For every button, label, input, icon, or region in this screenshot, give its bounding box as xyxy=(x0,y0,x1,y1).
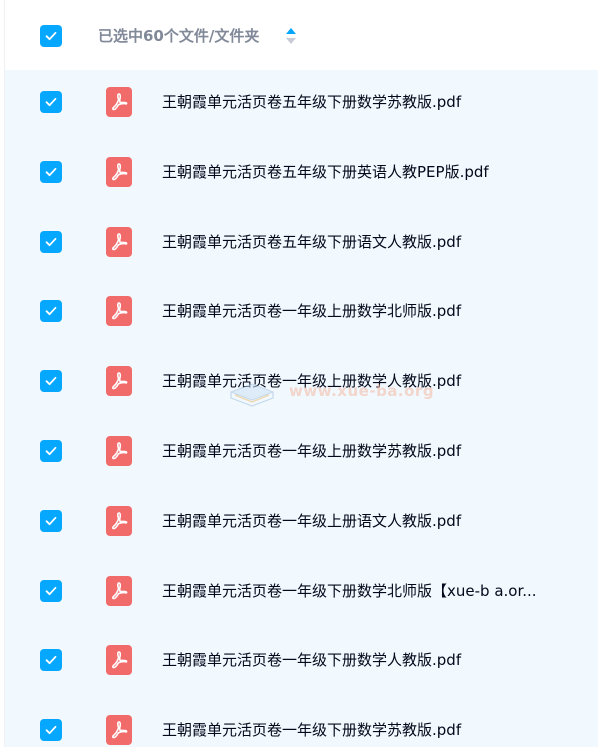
file-name[interactable]: 王朝霞单元活页卷五年级下册英语人教PEP版.pdf xyxy=(162,160,582,184)
file-list-panel: 已选中60个文件/文件夹 王朝霞单元活页卷五年级下册数学苏教版.pdf 王朝霞单元… xyxy=(4,0,598,747)
check-icon xyxy=(45,516,57,525)
pdf-icon xyxy=(106,575,132,606)
file-row[interactable]: 王朝霞单元活页卷一年级下册数学北师版【xue-b a.or... xyxy=(5,559,598,629)
sort-icon[interactable] xyxy=(285,26,297,46)
check-icon xyxy=(45,726,57,735)
file-row[interactable]: 王朝霞单元活页卷一年级上册数学人教版.pdf xyxy=(5,349,598,419)
check-icon xyxy=(45,656,57,665)
file-row[interactable]: 王朝霞单元活页卷五年级下册英语人教PEP版.pdf xyxy=(5,140,598,210)
list-header: 已选中60个文件/文件夹 xyxy=(5,0,598,70)
check-icon xyxy=(45,167,57,176)
check-icon xyxy=(45,237,57,246)
file-name[interactable]: 王朝霞单元活页卷一年级上册数学北师版.pdf xyxy=(162,299,582,323)
check-icon xyxy=(45,31,57,41)
pdf-icon xyxy=(106,226,132,257)
pdf-icon xyxy=(106,505,132,536)
file-checkbox[interactable] xyxy=(40,440,62,462)
file-name[interactable]: 王朝霞单元活页卷一年级下册数学人教版.pdf xyxy=(162,648,582,672)
check-icon xyxy=(45,586,57,595)
file-checkbox[interactable] xyxy=(40,649,62,672)
file-name[interactable]: 王朝霞单元活页卷一年级上册语文人教版.pdf xyxy=(162,509,582,533)
file-list: 王朝霞单元活页卷五年级下册数学苏教版.pdf 王朝霞单元活页卷五年级下册英语人教P… xyxy=(5,70,598,747)
check-icon xyxy=(45,307,57,316)
file-row[interactable]: 王朝霞单元活页卷五年级下册语文人教版.pdf xyxy=(5,210,598,280)
select-all-checkbox[interactable] xyxy=(40,25,62,47)
file-checkbox[interactable] xyxy=(40,509,62,532)
pdf-icon xyxy=(106,645,132,676)
file-name[interactable]: 王朝霞单元活页卷一年级下册数学苏教版.pdf xyxy=(162,718,582,742)
file-row[interactable]: 王朝霞单元活页卷五年级下册数学苏教版.pdf xyxy=(5,70,598,140)
file-row[interactable]: 王朝霞单元活页卷一年级下册数学人教版.pdf xyxy=(5,628,598,698)
pdf-icon xyxy=(106,366,132,397)
file-checkbox[interactable] xyxy=(40,719,62,742)
check-icon xyxy=(45,97,57,107)
file-row[interactable]: 王朝霞单元活页卷一年级上册语文人教版.pdf xyxy=(5,489,598,559)
file-row[interactable]: 王朝霞单元活页卷一年级上册数学北师版.pdf xyxy=(5,279,598,349)
file-checkbox[interactable] xyxy=(40,300,62,323)
pdf-icon xyxy=(106,87,132,117)
file-checkbox[interactable] xyxy=(40,370,62,393)
file-checkbox[interactable] xyxy=(40,230,62,253)
file-name[interactable]: 王朝霞单元活页卷五年级下册语文人教版.pdf xyxy=(162,230,582,254)
pdf-icon xyxy=(106,296,132,327)
file-name[interactable]: 王朝霞单元活页卷一年级上册数学人教版.pdf xyxy=(162,369,582,393)
file-checkbox[interactable] xyxy=(40,579,62,602)
check-icon xyxy=(45,377,57,386)
file-name[interactable]: 王朝霞单元活页卷一年级上册数学苏教版.pdf xyxy=(162,439,582,463)
file-row[interactable]: 王朝霞单元活页卷一年级上册数学苏教版.pdf xyxy=(5,419,598,489)
file-checkbox[interactable] xyxy=(40,160,62,183)
pdf-icon xyxy=(106,156,132,187)
pdf-icon xyxy=(106,436,132,466)
check-icon xyxy=(45,446,57,456)
file-name[interactable]: 王朝霞单元活页卷五年级下册数学苏教版.pdf xyxy=(162,90,582,114)
selection-count-label: 已选中60个文件/文件夹 xyxy=(98,27,260,45)
file-row[interactable]: 王朝霞单元活页卷一年级下册数学苏教版.pdf xyxy=(5,698,598,747)
file-name[interactable]: 王朝霞单元活页卷一年级下册数学北师版【xue-b a.or... xyxy=(162,579,582,603)
file-checkbox[interactable] xyxy=(40,91,62,113)
pdf-icon xyxy=(106,715,132,746)
